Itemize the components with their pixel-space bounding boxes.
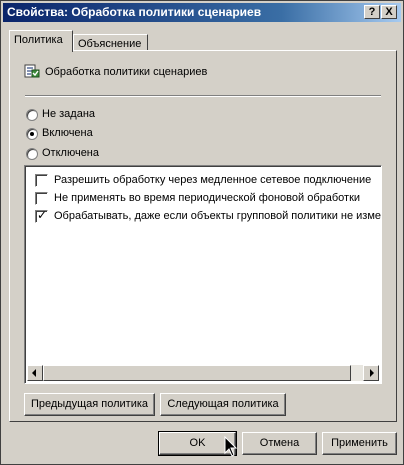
radio-enabled-circle[interactable] — [26, 128, 38, 140]
title-bar[interactable]: Свойства: Обработка политики сценариев ?… — [3, 3, 401, 22]
arrow-right-icon — [370, 369, 374, 377]
option-process-unchanged-checkbox[interactable]: ✓ — [35, 208, 48, 223]
option-no-background-label: Не применять во время периодической фоно… — [54, 192, 361, 204]
apply-button[interactable]: Применить — [322, 432, 397, 455]
help-button[interactable]: ? — [364, 5, 380, 19]
previous-policy-button[interactable]: Предыдущая политика — [24, 393, 155, 416]
policy-name: Обработка политики сценариев — [45, 66, 208, 78]
option-process-unchanged-label: Обрабатывать, даже если объекты группово… — [54, 210, 382, 222]
radio-not-configured-circle[interactable] — [26, 109, 38, 121]
tab-policy-label: Политика — [14, 34, 63, 46]
option-slow-link-checkbox[interactable] — [35, 174, 48, 187]
next-policy-button[interactable]: Следующая политика — [160, 393, 286, 416]
tab-explanation-label: Объяснение — [78, 38, 142, 50]
tab-policy[interactable]: Политика — [9, 30, 73, 52]
horizontal-scrollbar[interactable] — [27, 365, 379, 381]
radio-enabled-label: Включена — [42, 127, 93, 139]
scroll-right-button[interactable] — [363, 365, 379, 381]
scroll-left-button[interactable] — [27, 365, 43, 381]
radio-disabled-circle[interactable] — [26, 148, 38, 160]
radio-disabled-label: Отключена — [42, 147, 99, 159]
options-list[interactable]: Разрешить обработку через медленное сете… — [24, 165, 382, 384]
properties-dialog: Свойства: Обработка политики сценариев ?… — [0, 0, 404, 465]
tab-explanation[interactable]: Объяснение — [73, 34, 148, 51]
policy-setting-icon — [24, 64, 40, 78]
cancel-button[interactable]: Отмена — [242, 432, 317, 455]
close-button[interactable]: X — [381, 5, 397, 19]
mouse-cursor-icon — [224, 436, 238, 457]
option-slow-link-label: Разрешить обработку через медленное сете… — [54, 174, 372, 186]
window-title: Свойства: Обработка политики сценариев — [7, 5, 262, 19]
scrollbar-thumb[interactable] — [43, 365, 351, 381]
radio-not-configured-label: Не задана — [42, 108, 96, 120]
arrow-left-icon — [32, 369, 36, 377]
option-no-background-checkbox[interactable] — [35, 192, 48, 205]
separator — [25, 95, 381, 97]
